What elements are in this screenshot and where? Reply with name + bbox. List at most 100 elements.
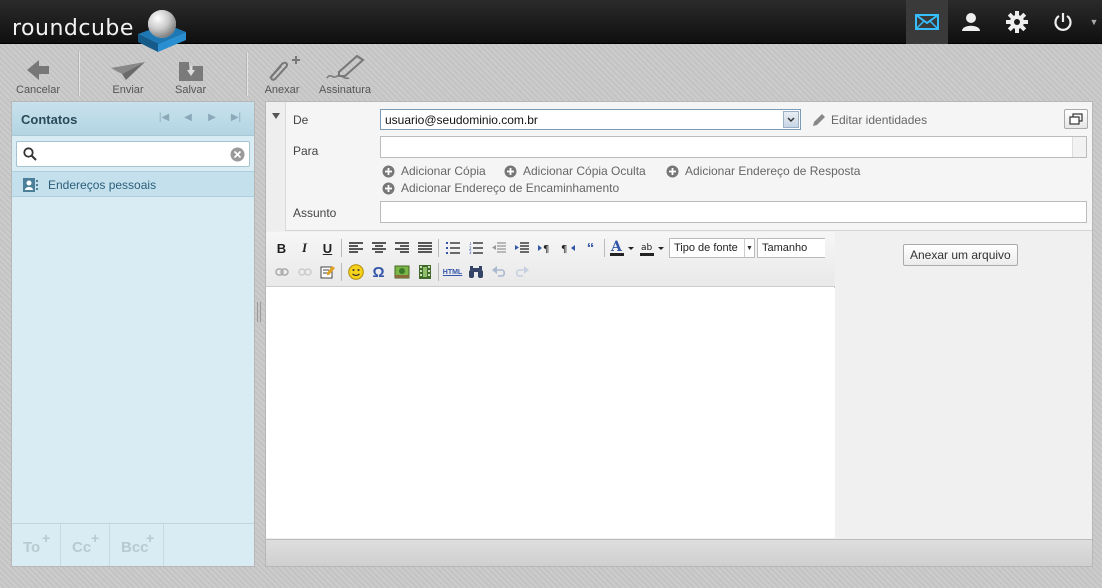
toolbar-separator — [604, 239, 605, 257]
indent-button[interactable] — [510, 237, 533, 259]
align-center-icon — [371, 242, 386, 253]
align-left-button[interactable] — [344, 237, 367, 259]
gear-icon — [1006, 11, 1028, 33]
binoculars-icon — [468, 266, 483, 278]
unlink-button[interactable] — [293, 261, 316, 283]
toolbar-divider — [246, 52, 247, 96]
settings-nav-button[interactable] — [994, 0, 1040, 44]
undo-icon — [491, 266, 505, 277]
last-page-icon[interactable]: ▶| — [224, 112, 248, 123]
text-color-button[interactable]: A — [607, 237, 637, 259]
popout-button[interactable] — [1064, 109, 1088, 129]
first-page-icon[interactable]: |◀ — [152, 112, 176, 123]
redo-button[interactable] — [510, 261, 533, 283]
background-color-button[interactable]: ab — [637, 237, 667, 259]
blockquote-button[interactable]: “ — [579, 237, 602, 259]
find-replace-button[interactable] — [464, 261, 487, 283]
from-label: De — [293, 113, 309, 127]
font-size-label: Tamanho — [762, 242, 808, 254]
add-bcc-link[interactable]: Adicionar Cópia Oculta — [504, 164, 646, 178]
edit-identities-label: Editar identidades — [831, 113, 928, 127]
special-char-button[interactable]: Ω — [367, 261, 390, 283]
font-size-select[interactable]: Tamanho — [757, 238, 825, 258]
save-folder-icon — [178, 62, 203, 81]
user-icon — [962, 13, 980, 31]
address-book-icon — [23, 178, 38, 192]
plus-icon: + — [91, 530, 100, 546]
toolbar-divider — [78, 52, 79, 96]
back-arrow-icon — [27, 60, 50, 80]
address-book-list: Endereços pessoais — [12, 171, 254, 197]
panel-splitter[interactable] — [257, 302, 261, 322]
attach-file-button[interactable]: Anexar um arquivo — [903, 244, 1018, 266]
ltr-button[interactable]: ¶ — [533, 237, 556, 259]
align-right-icon — [394, 242, 409, 253]
message-body[interactable] — [266, 288, 835, 538]
contacts-search-input[interactable] — [43, 145, 223, 163]
add-followupto-link[interactable]: Adicionar Endereço de Encaminhamento — [382, 181, 619, 195]
save-label: Salvar — [175, 84, 207, 96]
font-family-select[interactable]: Tipo de fonte ▼ — [669, 238, 755, 258]
to-field[interactable] — [380, 136, 1087, 158]
from-select[interactable]: usuario@seudominio.com.br — [380, 109, 801, 130]
clear-search-icon[interactable] — [230, 147, 245, 162]
align-right-button[interactable] — [390, 237, 413, 259]
chevron-down-icon[interactable]: ▼ — [1086, 0, 1102, 44]
svg-text:ab: ab — [641, 243, 653, 253]
add-cc-link[interactable]: Adicionar Cópia — [382, 164, 486, 178]
outdent-button[interactable] — [487, 237, 510, 259]
compose-toolbar: Cancelar Enviar Salvar Anexar Assinatura — [0, 44, 1102, 100]
contacts-title: Contatos — [21, 112, 78, 127]
from-value: usuario@seudominio.com.br — [385, 113, 538, 127]
rtl-icon: ¶ — [561, 244, 575, 254]
align-left-icon — [348, 242, 363, 253]
html-source-button[interactable]: HTML — [441, 261, 464, 283]
next-page-icon[interactable]: ▶ — [200, 112, 224, 123]
undo-button[interactable] — [487, 261, 510, 283]
outdent-icon — [491, 242, 506, 253]
svg-text:¶: ¶ — [561, 244, 567, 254]
svg-text:¶: ¶ — [543, 244, 549, 254]
prev-page-icon[interactable]: ◀ — [176, 112, 200, 123]
bullet-list-button[interactable] — [441, 237, 464, 259]
mail-nav-button[interactable] — [906, 0, 948, 44]
pencil-icon — [813, 114, 825, 126]
align-justify-button[interactable] — [413, 237, 436, 259]
add-bcc-button[interactable]: Bcc + — [110, 524, 164, 566]
to-field-scrollbar[interactable] — [1072, 137, 1086, 157]
emoticons-button[interactable] — [344, 261, 367, 283]
rtl-button[interactable]: ¶ — [556, 237, 579, 259]
numbered-list-button[interactable]: 123 — [464, 237, 487, 259]
smiley-icon — [347, 264, 364, 280]
signature-label: Assinatura — [319, 84, 371, 96]
save-button[interactable]: Salvar — [175, 54, 206, 96]
contacts-nav-button[interactable] — [948, 0, 994, 44]
add-replyto-link[interactable]: Adicionar Endereço de Resposta — [666, 164, 860, 178]
attach-button[interactable]: Anexar — [262, 54, 302, 96]
toolbar-separator — [341, 263, 342, 281]
address-book-item[interactable]: Endereços pessoais — [12, 171, 254, 197]
svg-text:A: A — [610, 239, 623, 255]
align-justify-icon — [417, 242, 432, 253]
insert-link-button[interactable] — [270, 261, 293, 283]
insert-media-button[interactable] — [413, 261, 436, 283]
address-book-label: Endereços pessoais — [48, 178, 157, 192]
send-button[interactable]: Enviar — [110, 54, 146, 96]
add-cc-button[interactable]: Cc + — [61, 524, 110, 566]
edit-identities-link[interactable]: Editar identidades — [812, 113, 927, 127]
underline-button[interactable]: U — [316, 237, 339, 259]
insert-image-button[interactable] — [390, 261, 413, 283]
editor-toolbar-row-2: Ω HTML — [270, 261, 533, 283]
italic-button[interactable]: I — [293, 237, 316, 259]
add-to-button[interactable]: To + — [12, 524, 61, 566]
chevron-down-icon[interactable] — [783, 111, 799, 128]
logout-nav-button[interactable] — [1040, 0, 1086, 44]
numbered-list-icon: 123 — [469, 242, 483, 254]
edit-source-button[interactable] — [316, 261, 339, 283]
align-center-button[interactable] — [367, 237, 390, 259]
signature-button[interactable]: Assinatura — [319, 54, 371, 96]
bold-button[interactable]: B — [270, 237, 293, 259]
cancel-button[interactable]: Cancelar — [16, 54, 60, 96]
subject-input[interactable] — [380, 201, 1087, 223]
headers-toggle[interactable] — [266, 102, 286, 231]
